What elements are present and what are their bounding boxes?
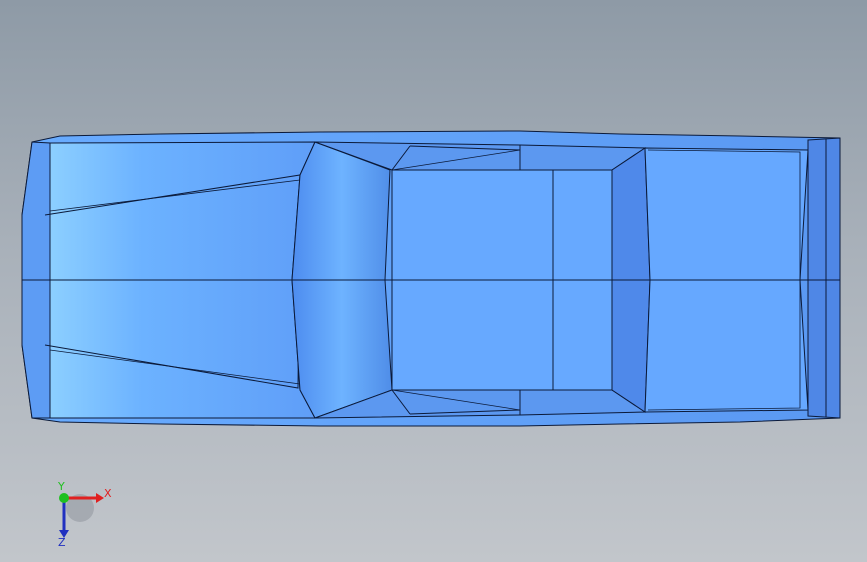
graphics-viewport[interactable]: X Y Z xyxy=(0,0,867,562)
coordinate-triad: X Y Z xyxy=(57,480,112,549)
y-axis-label: Y xyxy=(57,480,65,493)
rear-bumper[interactable] xyxy=(807,137,841,419)
car-model[interactable] xyxy=(0,0,867,562)
y-axis-dot xyxy=(59,493,69,503)
x-axis-label: X xyxy=(104,487,112,500)
z-axis-label: Z xyxy=(58,536,66,549)
